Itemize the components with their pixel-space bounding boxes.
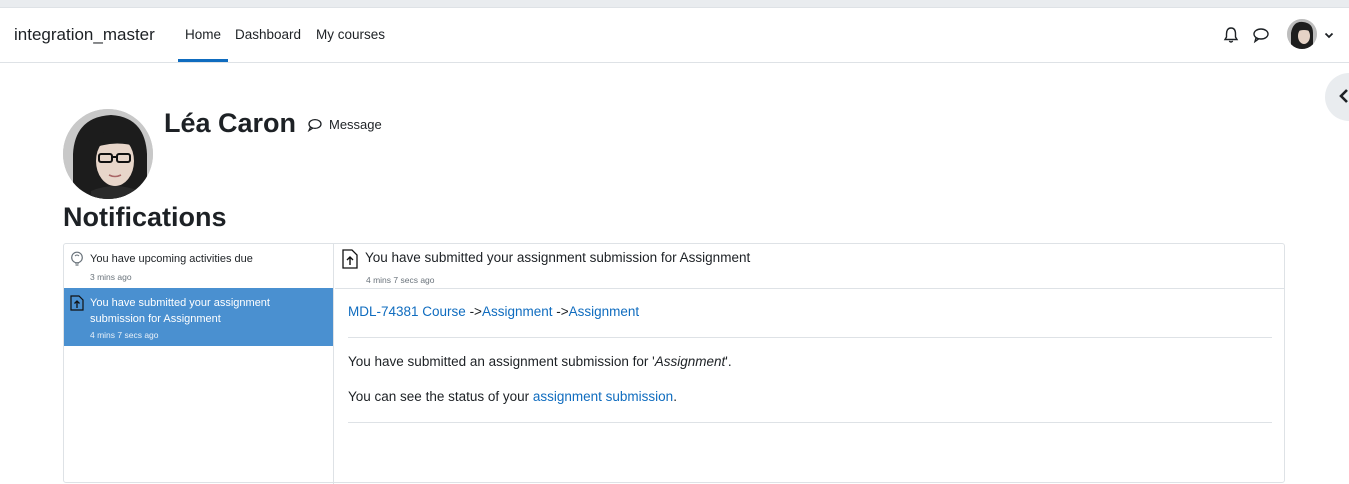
assignment-upload-icon — [70, 295, 84, 311]
chevron-down-icon[interactable] — [1323, 28, 1335, 40]
notification-text: You have upcoming activities due — [90, 253, 253, 265]
chevron-left-icon — [1339, 89, 1348, 103]
user-avatar[interactable] — [1287, 19, 1317, 49]
notification-detail: You have submitted your assignment submi… — [335, 244, 1285, 484]
detail-subject: You have submitted your assignment submi… — [365, 250, 751, 265]
breadcrumb-separator: -> — [465, 304, 482, 319]
lightbulb-icon — [70, 251, 84, 267]
profile-picture — [63, 109, 153, 199]
message-label: Message — [329, 117, 382, 132]
message-button[interactable]: Message — [307, 117, 382, 132]
breadcrumb-separator: -> — [552, 304, 569, 319]
notification-item-selected[interactable]: You have submitted your assignment submi… — [64, 288, 333, 346]
top-navbar: integration_master Home Dashboard My cou… — [0, 8, 1349, 63]
assignment-submission-link[interactable]: assignment submission — [533, 389, 673, 404]
detail-message-line1: You have submitted an assignment submiss… — [348, 354, 732, 369]
site-name[interactable]: integration_master — [14, 25, 155, 45]
line2-suffix: . — [673, 389, 677, 404]
detail-header: You have submitted your assignment submi… — [335, 244, 1285, 289]
notification-time: 4 mins 7 secs ago — [90, 330, 159, 340]
chat-icon[interactable] — [1252, 26, 1270, 44]
detail-breadcrumb: MDL-74381 Course ->Assignment ->Assignme… — [348, 304, 639, 319]
notification-text: You have submitted your assignment submi… — [90, 297, 270, 325]
detail-message-line2: You can see the status of your assignmen… — [348, 389, 677, 404]
notifications-panel: You have upcoming activities due 3 mins … — [63, 243, 1285, 484]
line1-assignment-name: Assignment — [654, 354, 726, 369]
divider — [348, 337, 1272, 338]
notification-list: You have upcoming activities due 3 mins … — [64, 244, 334, 484]
page-title: Notifications — [63, 202, 227, 232]
line1-suffix: '. — [725, 354, 732, 369]
detail-time: 4 mins 7 secs ago — [366, 275, 435, 285]
line2-prefix: You can see the status of your — [348, 389, 533, 404]
message-icon — [307, 118, 322, 132]
line1-prefix: You have submitted an assignment submiss… — [348, 354, 655, 369]
nav-dashboard[interactable]: Dashboard — [235, 27, 301, 42]
drawer-toggle-button[interactable] — [1325, 73, 1349, 121]
assignment-link[interactable]: Assignment — [569, 304, 640, 319]
profile-name: Léa Caron — [164, 108, 297, 138]
browser-top-strip — [0, 0, 1349, 8]
bell-icon[interactable] — [1223, 26, 1241, 44]
module-link[interactable]: Assignment — [482, 304, 553, 319]
nav-my-courses[interactable]: My courses — [316, 27, 385, 42]
notification-time: 3 mins ago — [90, 272, 132, 282]
assignment-upload-icon — [342, 249, 358, 269]
course-link[interactable]: MDL-74381 Course — [348, 304, 466, 319]
divider — [348, 422, 1272, 423]
nav-home[interactable]: Home — [177, 27, 229, 62]
notification-item[interactable]: You have upcoming activities due 3 mins … — [64, 244, 333, 288]
